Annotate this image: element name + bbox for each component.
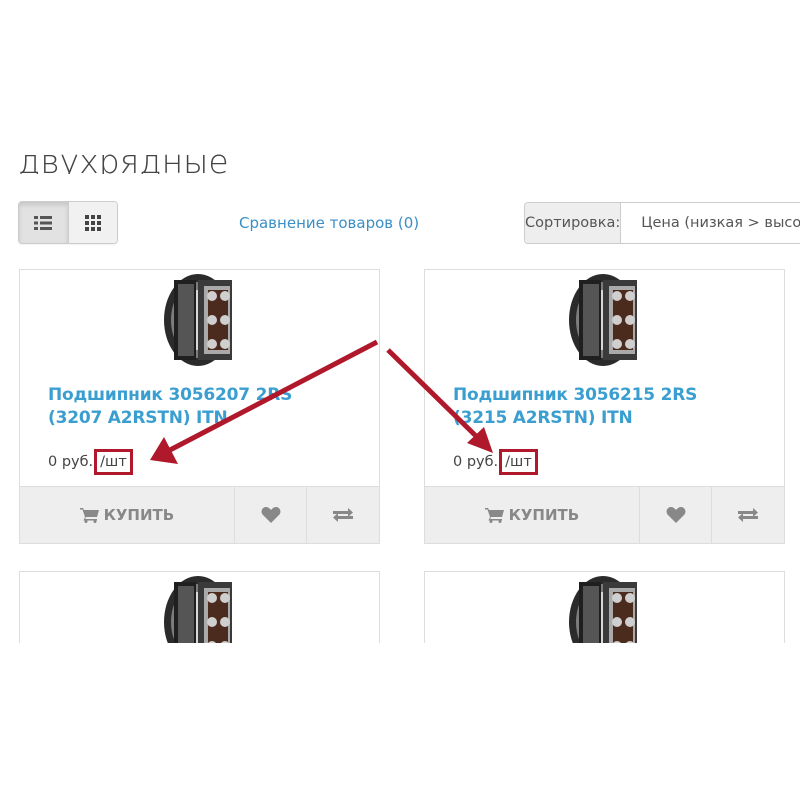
heart-icon xyxy=(261,507,281,523)
product-name-link[interactable]: Подшипник 3056215 2RS (3215 A2RSTN) ITN xyxy=(453,384,753,430)
list-view-button[interactable] xyxy=(19,202,68,243)
cart-icon xyxy=(484,508,504,523)
sort-control: Сортировка: Цена (низкая > высокая) xyxy=(524,202,800,244)
product-image[interactable] xyxy=(425,270,784,370)
product-actions: КУПИТЬ xyxy=(20,486,379,543)
exchange-icon xyxy=(738,508,759,522)
cart-icon xyxy=(79,508,99,523)
buy-button-label: КУПИТЬ xyxy=(508,506,580,524)
price-unit: /шт xyxy=(100,454,127,470)
price-unit: /шт xyxy=(505,454,532,470)
sort-label: Сортировка: xyxy=(525,203,622,243)
buy-button[interactable]: КУПИТЬ xyxy=(20,487,234,543)
bearing-image xyxy=(163,274,232,366)
list-view-icon xyxy=(34,215,53,230)
product-price: 0 руб. /шт xyxy=(453,449,538,475)
price-unit-highlight: /шт xyxy=(499,449,538,475)
page-title: двухрядные xyxy=(18,142,229,174)
product-card: Подшипник 3056207 2RS (3207 A2RSTN) ITN … xyxy=(19,269,380,544)
exchange-icon xyxy=(333,508,354,522)
product-image[interactable] xyxy=(20,270,379,370)
grid-view-icon xyxy=(84,214,101,231)
price-value: 0 руб. xyxy=(453,454,499,470)
grid-view-button[interactable] xyxy=(67,202,117,243)
bottom-crop xyxy=(0,643,800,800)
compare-button[interactable] xyxy=(306,487,379,543)
product-card: Подшипник 3056215 2RS (3215 A2RSTN) ITN … xyxy=(424,269,785,544)
price-value: 0 руб. xyxy=(48,454,94,470)
compare-button[interactable] xyxy=(711,487,784,543)
sort-select[interactable]: Цена (низкая > высокая) xyxy=(621,203,800,243)
buy-button[interactable]: КУПИТЬ xyxy=(425,487,639,543)
product-actions: КУПИТЬ xyxy=(425,486,784,543)
product-name-link[interactable]: Подшипник 3056207 2RS (3207 A2RSTN) ITN xyxy=(48,384,348,430)
product-price: 0 руб. /шт xyxy=(48,449,133,475)
bearing-image xyxy=(568,274,637,366)
wishlist-button[interactable] xyxy=(233,487,307,543)
view-toggle xyxy=(18,201,118,244)
heart-icon xyxy=(666,507,686,523)
wishlist-button[interactable] xyxy=(638,487,712,543)
price-unit-highlight: /шт xyxy=(94,449,133,475)
compare-products-link[interactable]: Сравнение товаров (0) xyxy=(239,214,419,232)
buy-button-label: КУПИТЬ xyxy=(103,506,175,524)
